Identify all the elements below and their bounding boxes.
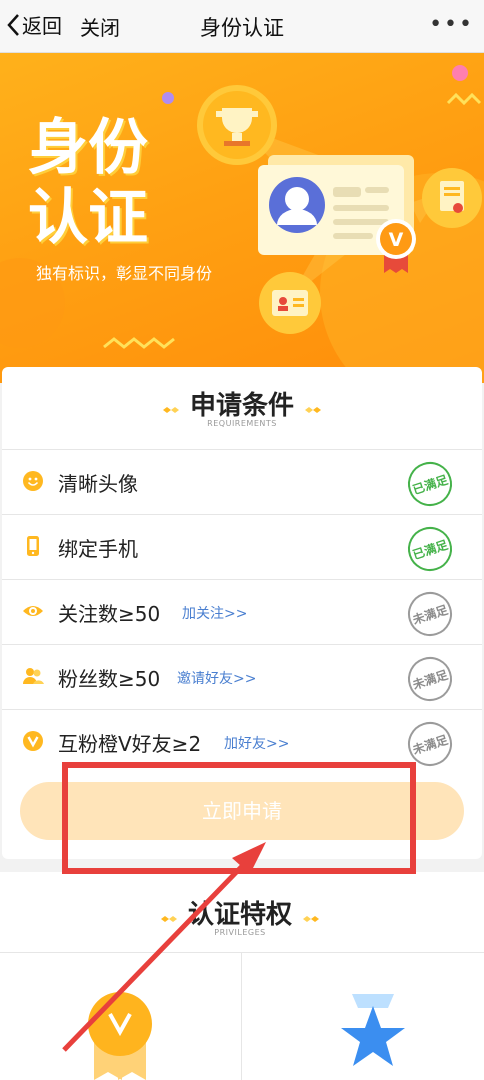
back-label: 返回: [22, 14, 62, 38]
requirements-header: 申请条件 REQUIREMENTS: [2, 385, 482, 428]
banner-title: 身份认证: [28, 113, 148, 253]
blue-star-badge-icon[interactable]: [338, 994, 408, 1080]
orange-v-icon: [23, 731, 43, 751]
requirements-subtitle: REQUIREMENTS: [207, 419, 277, 428]
page-title: 身份认证: [200, 16, 284, 40]
status-stamp-unmet: 未满足: [402, 716, 458, 772]
requirement-row-fans: 粉丝数≥50 邀请好友>> 未满足: [2, 644, 482, 710]
requirement-row-mutual-v: 互粉橙V好友≥2 加好友>> 未满足: [2, 709, 482, 775]
requirement-label: 清晰头像: [58, 472, 138, 496]
diamond-right-icon: [305, 406, 322, 413]
apply-now-button[interactable]: 立即申请: [20, 782, 464, 840]
diamond-left-icon: [160, 915, 177, 922]
phone-icon: [27, 536, 39, 556]
svg-text:V: V: [389, 229, 404, 251]
privileges-subtitle: PRIVILEGES: [214, 928, 266, 937]
divider: [0, 952, 484, 953]
privileges-title: 认证特权: [187, 900, 292, 930]
chevron-left-icon: [7, 13, 19, 36]
smile-icon: [23, 471, 43, 491]
requirements-card: 申请条件 REQUIREMENTS 清晰头像 已满足 绑定手机 已满足 关注数≥…: [2, 367, 482, 859]
orange-v-medal-icon[interactable]: [80, 990, 160, 1080]
divider: [241, 953, 242, 1080]
privileges-header: 认证特权 PRIVILEGES: [0, 894, 480, 937]
add-friends-link[interactable]: 加好友>>: [224, 733, 289, 753]
requirement-row-following: 关注数≥50 加关注>> 未满足: [2, 579, 482, 645]
nav-bar: 返回 关闭 身份认证 •••: [0, 0, 484, 53]
status-stamp-unmet: 未满足: [402, 651, 458, 707]
status-stamp-unmet: 未满足: [402, 586, 458, 642]
requirement-label: 关注数≥50: [58, 602, 161, 626]
requirement-label: 绑定手机: [58, 537, 138, 561]
banner-subtitle: 独有标识，彰显不同身份: [36, 264, 213, 283]
diamond-left-icon: [162, 406, 179, 413]
requirement-label: 粉丝数≥50: [58, 667, 161, 691]
back-button[interactable]: 返回: [6, 10, 62, 39]
add-follow-link[interactable]: 加关注>>: [182, 603, 247, 623]
more-menu-button[interactable]: •••: [429, 12, 474, 37]
close-button[interactable]: 关闭: [80, 12, 120, 41]
requirement-label: 互粉橙V好友≥2: [58, 732, 202, 756]
status-stamp-met: 已满足: [402, 456, 458, 512]
privileges-section: 认证特权 PRIVILEGES: [0, 872, 484, 1080]
eye-icon: [23, 606, 43, 616]
header-banner: V 身份认证 独有标识，彰显不同身份: [0, 53, 484, 383]
requirements-title: 申请条件: [189, 391, 294, 421]
fans-icon: [23, 668, 44, 684]
status-stamp-met: 已满足: [402, 521, 458, 577]
requirement-row-avatar: 清晰头像 已满足: [2, 449, 482, 515]
requirement-row-phone: 绑定手机 已满足: [2, 514, 482, 580]
invite-friends-link[interactable]: 邀请好友>>: [177, 668, 256, 688]
diamond-right-icon: [303, 915, 320, 922]
